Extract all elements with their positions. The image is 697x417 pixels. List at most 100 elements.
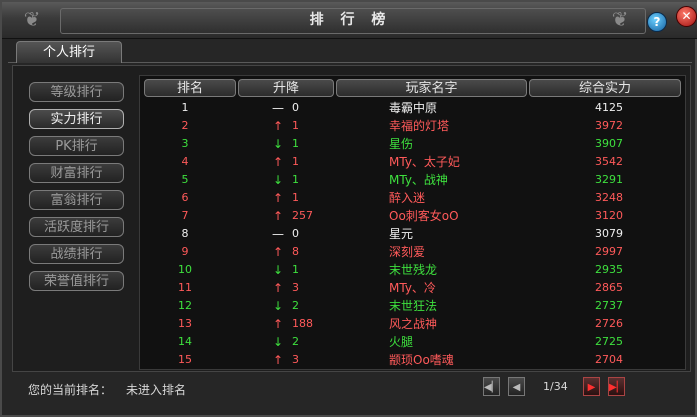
arrow-up-icon: ↑ — [272, 281, 284, 295]
player-name-cell: MTy、冷 — [389, 281, 436, 295]
no-change-icon: — — [272, 227, 284, 241]
rank-cell: 8 — [181, 227, 189, 240]
table-row[interactable]: 14 ↓ 2 火腿 2725 — [140, 333, 685, 351]
player-name-cell: 末世残龙 — [389, 263, 438, 277]
rank-cell: 6 — [181, 191, 189, 204]
player-name-cell: MTy、战神 — [389, 173, 448, 187]
next-page-button[interactable]: ▶ — [583, 377, 600, 396]
power-cell: 3120 — [595, 209, 623, 222]
rank-cell: 3 — [181, 137, 189, 150]
header-change: 升降 — [238, 79, 334, 97]
change-cell: 188 — [292, 317, 313, 330]
power-cell: 2935 — [595, 263, 623, 276]
power-cell: 4125 — [595, 101, 623, 114]
rank-cell: 5 — [181, 173, 189, 186]
table-row[interactable]: 4 ↑ 1 MTy、太子妃 3542 — [140, 153, 685, 171]
change-cell: 1 — [292, 263, 299, 276]
power-cell: 2704 — [595, 353, 623, 366]
power-cell: 2997 — [595, 245, 623, 258]
first-page-button[interactable]: ◀▏ — [483, 377, 500, 396]
last-page-button[interactable]: ▶▏ — [608, 377, 625, 396]
sidebar-item-3[interactable]: 财富排行 — [29, 163, 124, 183]
tab-bar: 个人排行 — [8, 40, 692, 63]
change-cell: 1 — [292, 191, 299, 204]
ranking-table: 排名 升降 玩家名字 综合实力 1—0 毒霸中原 4125 2 ↑ 1 幸福的灯塔 3972 3… — [139, 75, 686, 370]
arrow-down-icon: ↓ — [272, 137, 284, 151]
power-cell: 3248 — [595, 191, 623, 204]
current-rank-label: 您的当前排名： — [28, 383, 113, 397]
player-name-cell: 星伤 — [389, 137, 414, 151]
change-cell: 3 — [292, 281, 299, 294]
player-name-cell: Oo刺客女oO — [389, 209, 459, 223]
table-row[interactable]: 7 ↑ 257 Oo刺客女oO 3120 — [140, 207, 685, 225]
power-cell: 2725 — [595, 335, 623, 348]
power-cell: 2726 — [595, 317, 623, 330]
player-name-cell: 末世狂法 — [389, 299, 438, 313]
rank-cell: 7 — [181, 209, 189, 222]
page-indicator: 1/34 — [543, 380, 568, 393]
rank-cell: 4 — [181, 155, 189, 168]
right-wing-ornament-icon: ❦ — [611, 7, 629, 31]
sidebar-item-5[interactable]: 活跃度排行 — [29, 217, 124, 237]
no-change-icon: — — [272, 101, 284, 115]
header-rank: 排名 — [144, 79, 236, 97]
arrow-down-icon: ↓ — [272, 335, 284, 349]
change-cell: 0 — [292, 227, 299, 240]
player-name-cell: 颛顼Oo嗜魂 — [389, 353, 454, 367]
table-row[interactable]: 15 ↑ 3 颛顼Oo嗜魂 2704 — [140, 351, 685, 369]
change-cell: 3 — [292, 353, 299, 366]
table-row[interactable]: 5 ↓ 1 MTy、战神 3291 — [140, 171, 685, 189]
rank-cell: 9 — [181, 245, 189, 258]
sidebar-item-6[interactable]: 战绩排行 — [29, 244, 124, 264]
table-row[interactable]: 8 — 0 星元 3079 — [140, 225, 685, 243]
table-row[interactable]: 12 ↓ 2 末世狂法 2737 — [140, 297, 685, 315]
current-rank-value: 未进入排名 — [126, 383, 187, 397]
rank-cell: 15 — [178, 353, 192, 366]
sidebar-item-2[interactable]: PK排行 — [29, 136, 124, 156]
arrow-up-icon: ↑ — [272, 353, 284, 367]
table-row[interactable]: 9 ↑ 8 深刻爱 2997 — [140, 243, 685, 261]
header-player-name: 玩家名字 — [336, 79, 527, 97]
sidebar-item-0[interactable]: 等级排行 — [29, 82, 124, 102]
power-cell: 3542 — [595, 155, 623, 168]
arrow-up-icon: ↑ — [272, 191, 284, 205]
table-row[interactable]: 6 ↑ 1 醉入迷 3248 — [140, 189, 685, 207]
sidebar-item-7[interactable]: 荣誉值排行 — [29, 271, 124, 291]
sidebar-item-4[interactable]: 富翁排行 — [29, 190, 124, 210]
table-row[interactable]: 11 ↑ 3 MTy、冷 2865 — [140, 279, 685, 297]
rank-cell: 1 — [181, 101, 189, 114]
table-row[interactable]: 10 ↓ 1 末世残龙 2935 — [140, 261, 685, 279]
table-row[interactable]: 13 ↑ 188 风之战神 2726 — [140, 315, 685, 333]
change-cell: 257 — [292, 209, 313, 222]
power-cell: 2737 — [595, 299, 623, 312]
help-button[interactable]: ? — [647, 12, 667, 32]
rank-cell: 11 — [178, 281, 192, 294]
power-cell: 3907 — [595, 137, 623, 150]
table-row[interactable]: 2 ↑ 1 幸福的灯塔 3972 — [140, 117, 685, 135]
rank-cell: 2 — [181, 119, 189, 132]
table-row[interactable]: 1 — 0 毒霸中原 4125 — [140, 99, 685, 117]
change-cell: 2 — [292, 335, 299, 348]
power-cell: 3079 — [595, 227, 623, 240]
rank-cell: 13 — [178, 317, 192, 330]
change-cell: 1 — [292, 137, 299, 150]
close-button[interactable]: ✕ — [676, 6, 697, 27]
title-bar[interactable]: ❦ 排 行 榜 ❦ ? ✕ — [2, 2, 697, 39]
change-cell: 2 — [292, 299, 299, 312]
arrow-up-icon: ↑ — [272, 209, 284, 223]
player-name-cell: 火腿 — [389, 335, 414, 349]
prev-page-button[interactable]: ◀ — [508, 377, 525, 396]
player-name-cell: 风之战神 — [389, 317, 438, 331]
tab-personal-ranking[interactable]: 个人排行 — [16, 41, 122, 63]
arrow-down-icon: ↓ — [272, 299, 284, 313]
player-name-cell: 星元 — [389, 227, 414, 241]
header-power: 综合实力 — [529, 79, 681, 97]
sidebar-item-1[interactable]: 实力排行 — [29, 109, 124, 129]
table-row[interactable]: 3 ↓ 1 星伤 3907 — [140, 135, 685, 153]
arrow-up-icon: ↑ — [272, 245, 284, 259]
player-name-cell: 幸福的灯塔 — [389, 119, 450, 133]
player-name-cell: 醉入迷 — [389, 191, 426, 205]
arrow-down-icon: ↓ — [272, 263, 284, 277]
player-name-cell: MTy、太子妃 — [389, 155, 460, 169]
change-cell: 1 — [292, 119, 299, 132]
